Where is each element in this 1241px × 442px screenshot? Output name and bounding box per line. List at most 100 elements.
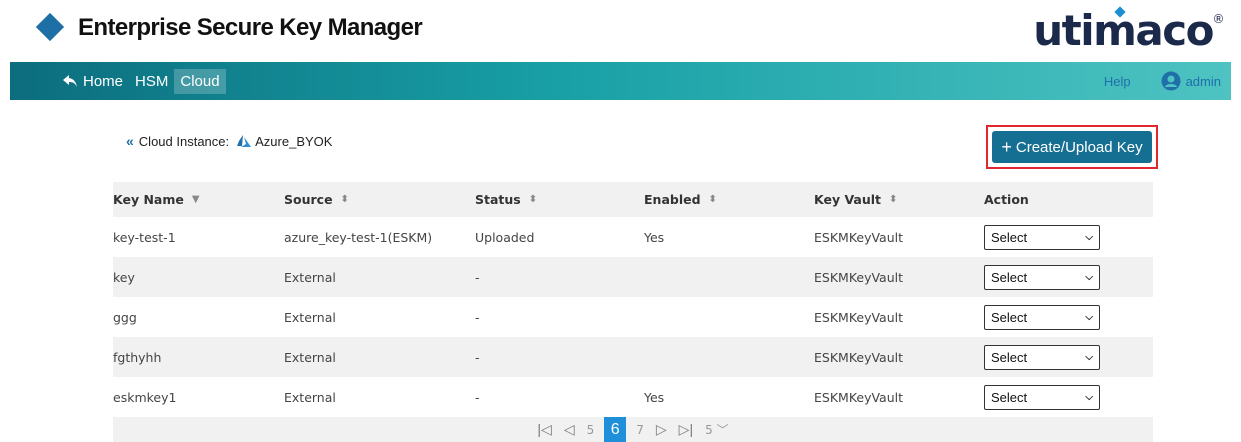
- top-navbar: Home HSM Cloud Help admin: [10, 62, 1231, 100]
- nav-home[interactable]: Home: [56, 69, 129, 94]
- sort-desc-icon: ▼: [191, 194, 200, 205]
- action-select-value: Select: [991, 349, 1028, 365]
- col-header-key-vault[interactable]: Key Vault ⬍: [814, 192, 984, 207]
- logo-registered-mark: ®: [1212, 12, 1225, 26]
- app-title: Enterprise Secure Key Manager: [78, 14, 423, 41]
- utimaco-logo: utimaco ®: [1033, 6, 1224, 55]
- user-menu[interactable]: admin: [1161, 71, 1221, 91]
- action-select[interactable]: Select ⌵: [984, 264, 1100, 290]
- col-header-source[interactable]: Source ⬍: [284, 192, 475, 207]
- brand: Enterprise Secure Key Manager: [38, 14, 423, 42]
- cell-key-vault: ESKMKeyVault: [814, 349, 904, 365]
- last-page-icon[interactable]: ▷|: [679, 421, 693, 438]
- cell-key-name: ggg: [113, 309, 137, 325]
- action-select[interactable]: Select ⌵: [984, 304, 1100, 330]
- col-header-enabled[interactable]: Enabled ⬍: [644, 192, 814, 207]
- cell-status: -: [475, 349, 480, 365]
- cell-source: External: [284, 309, 336, 325]
- diamond-logo-icon: [38, 15, 64, 41]
- action-select-value: Select: [991, 229, 1028, 245]
- col-status-label: Status: [475, 192, 521, 207]
- user-name: admin: [1185, 73, 1221, 89]
- cell-action: Select ⌵: [984, 304, 1153, 330]
- col-header-status[interactable]: Status ⬍: [475, 192, 644, 207]
- table-row: fgthyhh External - ESKMKeyVault Select ⌵: [113, 337, 1153, 377]
- pagination: |◁ ◁ 5 6 7 ▷ ▷| 5 ﹀: [113, 417, 1153, 442]
- cell-key-name: eskmkey1: [113, 389, 177, 405]
- col-header-key-name[interactable]: Key Name ▼: [113, 192, 284, 207]
- cloud-instance-label: Cloud Instance:: [138, 133, 230, 149]
- nav-home-label: Home: [83, 72, 124, 90]
- col-key-vault-label: Key Vault: [814, 192, 882, 207]
- table-row: key External - ESKMKeyVault Select ⌵: [113, 257, 1153, 297]
- action-select[interactable]: Select ⌵: [984, 224, 1100, 250]
- cell-enabled: Yes: [644, 389, 665, 405]
- chevron-down-icon: ﹀: [716, 423, 729, 437]
- nav-cloud[interactable]: Cloud: [174, 68, 226, 94]
- cell-status: Uploaded: [475, 229, 535, 245]
- col-key-name-label: Key Name: [113, 192, 184, 207]
- table-row: ggg External - ESKMKeyVault Select ⌵: [113, 297, 1153, 337]
- page-size-value: 5: [705, 423, 713, 437]
- action-select[interactable]: Select ⌵: [984, 344, 1100, 370]
- nav-cloud-label: Cloud: [180, 72, 220, 90]
- create-upload-key-label: Create/Upload Key: [1015, 138, 1143, 156]
- cell-source: External: [284, 269, 336, 285]
- page-link[interactable]: 5: [587, 423, 595, 437]
- keys-table: Key Name ▼ Source ⬍ Status ⬍ Enabled ⬍ K…: [113, 182, 1153, 417]
- app-header: Enterprise Secure Key Manager utimaco ®: [0, 0, 1241, 62]
- col-header-action: Action: [984, 192, 1153, 207]
- cell-source: External: [284, 349, 336, 365]
- page-size-select[interactable]: 5 ﹀: [705, 421, 728, 438]
- sort-icon: ⬍: [340, 194, 349, 205]
- chevron-down-icon: ⌵: [1085, 231, 1093, 243]
- first-page-icon[interactable]: |◁: [537, 421, 551, 438]
- sort-icon: ⬍: [528, 194, 538, 205]
- cell-key-name: key: [113, 269, 135, 285]
- create-upload-key-button[interactable]: + Create/Upload Key: [992, 131, 1152, 163]
- cell-action: Select ⌵: [984, 384, 1153, 410]
- chevron-down-icon: ⌵: [1085, 311, 1093, 323]
- nav-hsm[interactable]: HSM: [129, 69, 174, 94]
- home-arrow-icon: [63, 75, 77, 87]
- action-select[interactable]: Select ⌵: [984, 384, 1100, 410]
- help-link[interactable]: Help: [1104, 74, 1131, 89]
- current-page[interactable]: 6: [604, 417, 627, 442]
- chevron-down-icon: ⌵: [1085, 391, 1093, 403]
- cell-key-vault: ESKMKeyVault: [814, 269, 904, 285]
- cell-action: Select ⌵: [984, 224, 1153, 250]
- azure-icon: [237, 135, 252, 147]
- sort-icon: ⬍: [708, 194, 717, 205]
- cloud-instance-name: Azure_BYOK: [255, 133, 333, 149]
- next-page-icon[interactable]: ▷: [656, 421, 667, 438]
- cell-action: Select ⌵: [984, 344, 1153, 370]
- nav-right: Help admin: [1104, 62, 1231, 100]
- action-select-value: Select: [991, 269, 1028, 285]
- sort-icon: ⬍: [889, 194, 898, 205]
- user-avatar-icon: [1161, 71, 1181, 91]
- cell-key-name: key-test-1: [113, 229, 176, 245]
- table-row: key-test-1 azure_key-test-1(ESKM) Upload…: [113, 217, 1153, 257]
- cell-source: External: [284, 389, 336, 405]
- chevron-down-icon: ⌵: [1085, 351, 1093, 363]
- action-select-value: Select: [991, 389, 1028, 405]
- cell-status: -: [475, 389, 480, 405]
- prev-page-icon[interactable]: ◁: [564, 421, 575, 438]
- cell-key-vault: ESKMKeyVault: [814, 229, 904, 245]
- cell-key-vault: ESKMKeyVault: [814, 389, 904, 405]
- table-row: eskmkey1 External - Yes ESKMKeyVault Sel…: [113, 377, 1153, 417]
- cell-status: -: [475, 309, 480, 325]
- page-link[interactable]: 7: [636, 423, 644, 437]
- back-chevron-icon[interactable]: «: [126, 133, 134, 149]
- cell-source: azure_key-test-1(ESKM): [284, 229, 433, 245]
- nav-hsm-label: HSM: [135, 72, 169, 90]
- action-select-value: Select: [991, 309, 1028, 325]
- cell-status: -: [475, 269, 480, 285]
- cell-action: Select ⌵: [984, 264, 1153, 290]
- cell-enabled: Yes: [644, 229, 665, 245]
- col-enabled-label: Enabled: [644, 192, 701, 207]
- chevron-down-icon: ⌵: [1085, 271, 1093, 283]
- cloud-instance-breadcrumb: « Cloud Instance: Azure_BYOK: [126, 133, 332, 149]
- col-source-label: Source: [284, 192, 333, 207]
- table-header: Key Name ▼ Source ⬍ Status ⬍ Enabled ⬍ K…: [113, 182, 1153, 217]
